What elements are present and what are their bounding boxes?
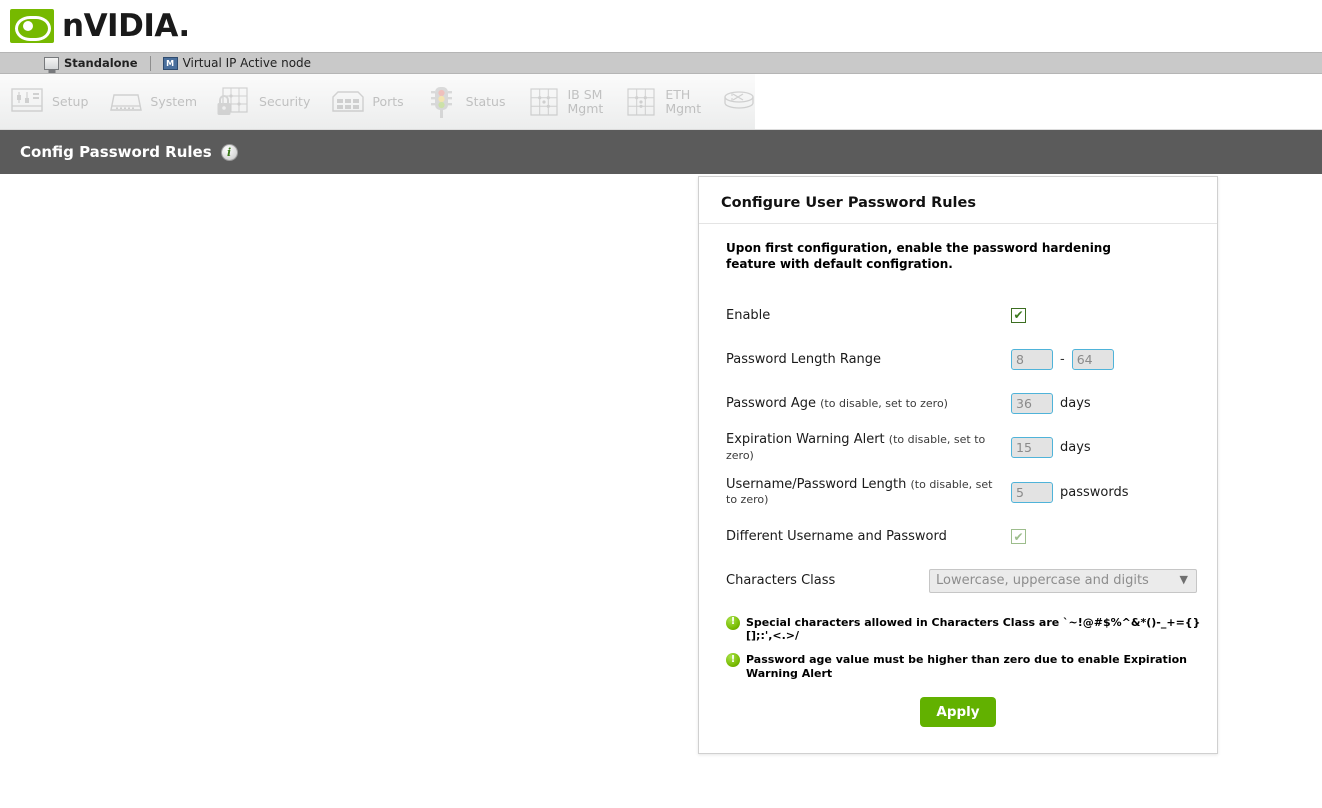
ip-route-icon — [719, 85, 759, 119]
label-username-password-length: Username/Password Length (to disable, se… — [726, 477, 1011, 508]
label-expiration-warning-alert-text: Expiration Warning Alert — [726, 432, 885, 447]
password-age-input[interactable] — [1011, 393, 1053, 414]
enable-checkbox[interactable] — [1011, 308, 1026, 323]
virtual-ip-status: M Virtual IP Active node — [163, 56, 312, 70]
virtual-ip-label: Virtual IP Active node — [183, 56, 312, 70]
page-title-bar: Config Password Rules i — [0, 130, 1322, 174]
nav-item-status[interactable]: Status — [422, 85, 506, 119]
warning-icon: ! — [726, 616, 740, 630]
ports-grid-icon — [328, 85, 368, 119]
range-separator: - — [1060, 352, 1065, 367]
nav-item-ports[interactable]: Ports — [328, 85, 403, 119]
control-different-username-password — [1011, 529, 1195, 544]
nav-label-status: Status — [466, 95, 506, 108]
expiration-warning-alert-input[interactable] — [1011, 437, 1053, 458]
master-node-icon: M — [163, 57, 178, 70]
nav-label-eth-mgmt: ETH Mgmt — [665, 88, 701, 114]
control-username-password-length: passwords — [1011, 482, 1195, 503]
row-characters-class: Characters Class Lowercase, uppercase an… — [726, 566, 1195, 596]
unit-expiration-warning-alert: days — [1060, 440, 1091, 455]
note-special-characters: ! Special characters allowed in Characte… — [726, 616, 1207, 644]
sliders-icon — [8, 85, 48, 119]
username-password-length-input[interactable] — [1011, 482, 1053, 503]
row-different-username-password: Different Username and Password — [726, 522, 1195, 552]
password-length-min-input[interactable] — [1011, 349, 1053, 370]
nav-item-ib-sm-mgmt[interactable]: IB SM Mgmt — [524, 85, 604, 119]
monitor-icon — [44, 57, 59, 70]
panel-heading: Configure User Password Rules — [721, 195, 1195, 211]
row-password-age: Password Age (to disable, set to zero) d… — [726, 388, 1195, 418]
nvidia-logo: nVIDIA. — [10, 8, 190, 44]
label-expiration-warning-alert: Expiration Warning Alert (to disable, se… — [726, 432, 1011, 463]
characters-class-select-wrap: Lowercase, uppercase and digits ▼ — [929, 569, 1197, 593]
label-enable: Enable — [726, 308, 1011, 323]
nav-label-ip-route: IP Route — [763, 88, 799, 114]
lock-grid-icon — [215, 85, 255, 119]
nav-label-ports: Ports — [372, 95, 403, 108]
password-rules-form: Enable Password Length Range - Password … — [699, 278, 1217, 595]
nav-label-setup: Setup — [52, 95, 88, 108]
warning-icon: ! — [726, 653, 740, 667]
hint-password-age: (to disable, set to zero) — [820, 397, 948, 410]
status-divider — [150, 56, 151, 71]
nav-label-security: Security — [259, 95, 310, 108]
characters-class-select[interactable]: Lowercase, uppercase and digits — [929, 569, 1197, 593]
standalone-label: Standalone — [64, 56, 138, 70]
panel-notes: ! Special characters allowed in Characte… — [699, 610, 1217, 681]
label-password-length-range: Password Length Range — [726, 352, 1011, 367]
control-password-length-range: - — [1011, 349, 1195, 370]
nvidia-eye-logo — [10, 9, 54, 43]
note-password-age-text: Password age value must be higher than z… — [746, 653, 1207, 681]
nav-item-setup[interactable]: Setup — [8, 85, 88, 119]
label-different-username-password: Different Username and Password — [726, 529, 1011, 544]
row-username-password-length: Username/Password Length (to disable, se… — [726, 477, 1195, 508]
note-special-characters-text: Special characters allowed in Characters… — [746, 616, 1207, 644]
apply-button-wrap: Apply — [699, 697, 1217, 727]
row-password-length-range: Password Length Range - — [726, 344, 1195, 374]
row-expiration-warning-alert: Expiration Warning Alert (to disable, se… — [726, 432, 1195, 463]
row-enable: Enable — [726, 300, 1195, 330]
brand-wordmark: nVIDIA. — [62, 8, 190, 44]
unit-username-password-length: passwords — [1060, 485, 1129, 500]
nav-item-ip-route[interactable]: IP Route — [719, 85, 799, 119]
control-password-age: days — [1011, 393, 1195, 414]
traffic-light-icon — [422, 85, 462, 119]
panel-header: Configure User Password Rules — [699, 177, 1217, 224]
standalone-status: Standalone — [44, 56, 138, 70]
page-title: Config Password Rules — [20, 143, 212, 161]
info-icon[interactable]: i — [221, 144, 238, 161]
password-rules-panel: Configure User Password Rules Upon first… — [698, 176, 1218, 754]
main-navigation: Setup System — [0, 74, 1322, 130]
ib-sm-grid-icon — [524, 85, 564, 119]
unit-password-age: days — [1060, 396, 1091, 411]
chassis-icon — [106, 85, 146, 119]
label-password-age-text: Password Age — [726, 396, 816, 411]
password-length-max-input[interactable] — [1072, 349, 1114, 370]
note-password-age: ! Password age value must be higher than… — [726, 653, 1207, 681]
nav-label-ib-sm-mgmt: IB SM Mgmt — [568, 88, 604, 114]
apply-button[interactable]: Apply — [920, 697, 995, 727]
nav-label-system: System — [150, 95, 197, 108]
panel-note: Upon first configuration, enable the pas… — [699, 224, 1159, 278]
different-username-password-checkbox[interactable] — [1011, 529, 1026, 544]
nav-item-security[interactable]: Security — [215, 85, 310, 119]
control-enable — [1011, 308, 1195, 323]
status-strip: Standalone M Virtual IP Active node — [0, 52, 1322, 74]
label-password-age: Password Age (to disable, set to zero) — [726, 396, 1011, 411]
content-area: Configure User Password Rules Upon first… — [0, 174, 1322, 808]
label-username-password-length-text: Username/Password Length — [726, 477, 906, 492]
nav-item-eth-mgmt[interactable]: ETH Mgmt — [621, 85, 701, 119]
eth-grid-icon — [621, 85, 661, 119]
brand-bar: nVIDIA. — [0, 0, 1322, 52]
nav-item-system[interactable]: System — [106, 85, 197, 119]
control-characters-class: Lowercase, uppercase and digits ▼ — [929, 569, 1197, 593]
control-expiration-warning-alert: days — [1011, 437, 1195, 458]
